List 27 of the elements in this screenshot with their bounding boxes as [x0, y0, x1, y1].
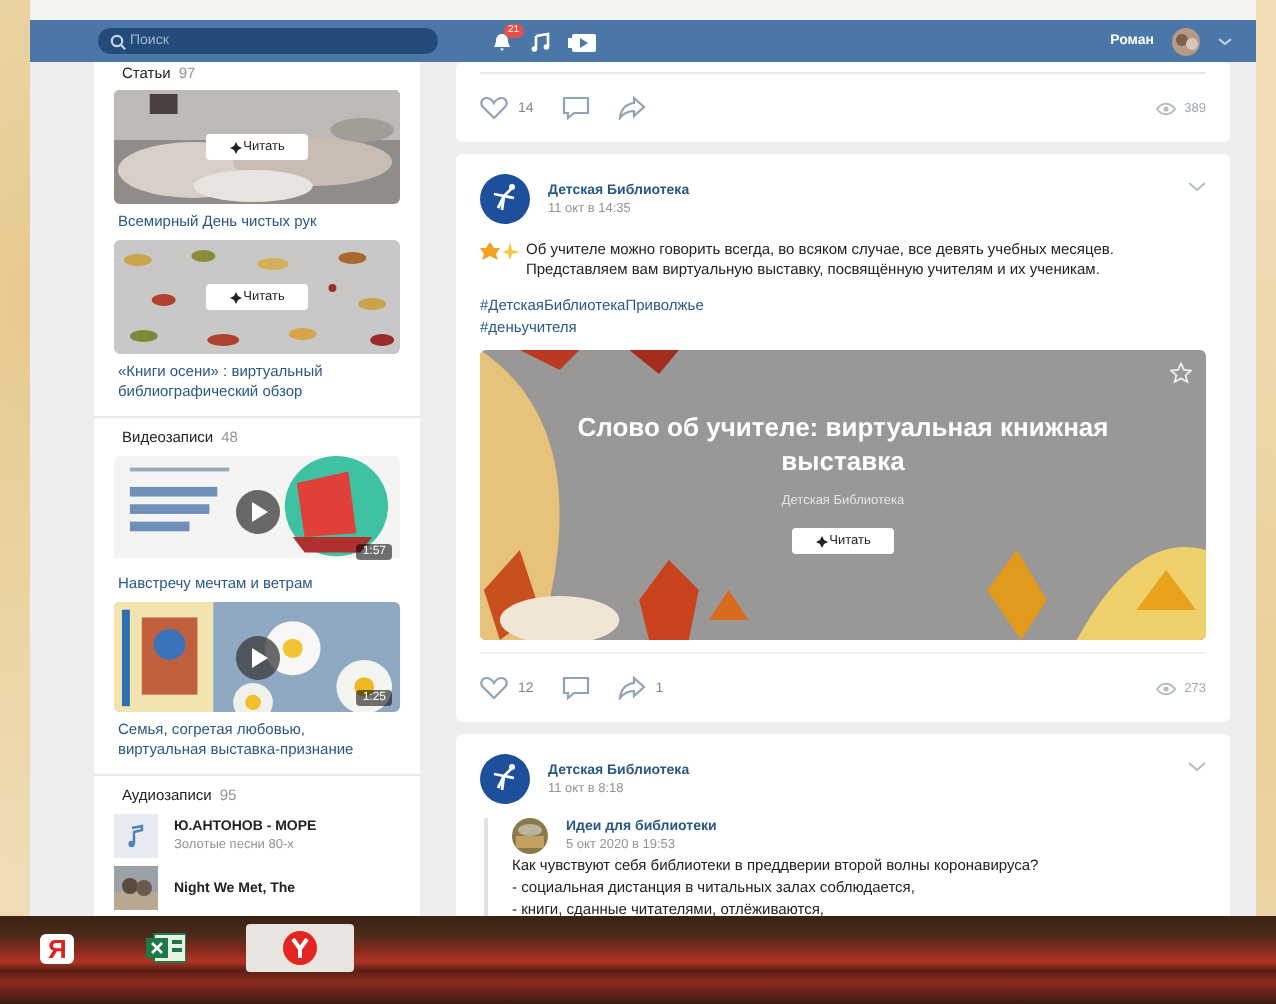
bell-icon[interactable]	[492, 31, 512, 51]
views-icon	[1156, 101, 1177, 115]
comment-icon[interactable]	[561, 676, 590, 700]
comment-icon[interactable]	[561, 96, 590, 120]
share-icon[interactable]	[617, 96, 646, 120]
share-icon[interactable]	[617, 676, 646, 700]
sparkle-icon	[502, 241, 522, 259]
browser-icon[interactable]	[282, 930, 319, 966]
sparkle-icon[interactable]	[229, 291, 242, 303]
group-avatar[interactable]	[480, 754, 530, 804]
music-icon[interactable]	[530, 31, 550, 51]
music-note-icon[interactable]	[114, 814, 158, 858]
play-button[interactable]	[235, 489, 279, 533]
yandex-icon[interactable]: Я	[40, 933, 75, 963]
star-icon[interactable]	[1170, 362, 1192, 384]
video-icon[interactable]	[568, 31, 596, 51]
caret-icon[interactable]	[1218, 37, 1232, 45]
play-button[interactable]	[235, 635, 279, 679]
spreadsheet-icon[interactable]	[146, 932, 187, 964]
search-icon	[110, 33, 126, 49]
views-icon	[1156, 681, 1177, 695]
sparkle-icon[interactable]	[815, 535, 828, 547]
sparkle-icon[interactable]	[229, 141, 242, 153]
like-icon[interactable]	[480, 96, 508, 120]
avatar[interactable]	[1172, 27, 1200, 55]
group-avatar[interactable]	[480, 174, 530, 224]
like-icon[interactable]	[480, 676, 508, 700]
